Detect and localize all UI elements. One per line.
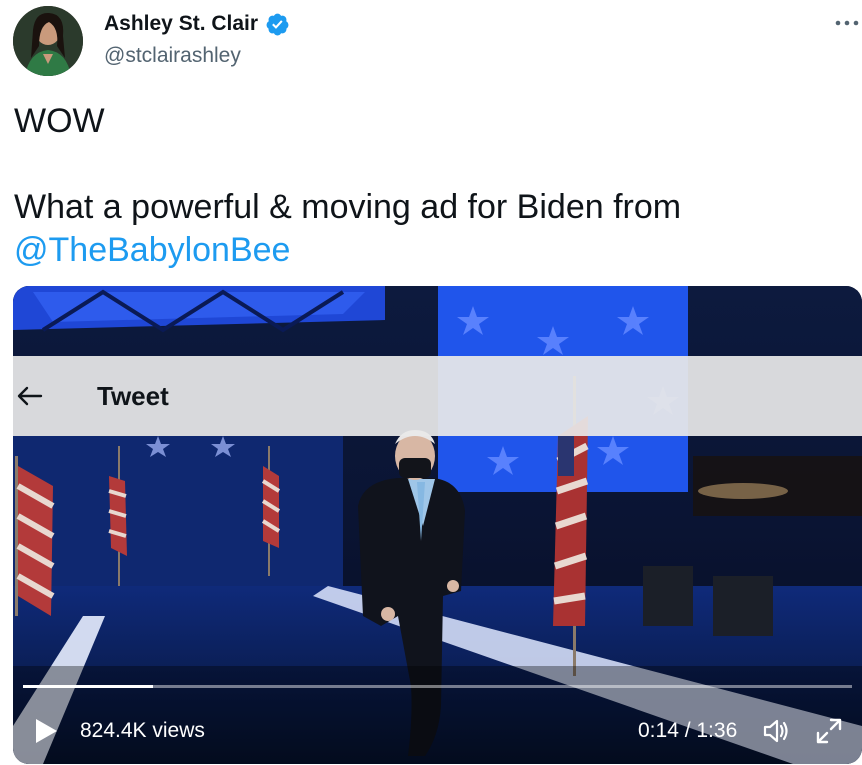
avatar[interactable] [13, 6, 83, 76]
volume-icon[interactable] [761, 716, 791, 746]
video-progress-fill [23, 685, 154, 688]
tweet: Ashley St. Clair @stclairashley WOW What… [0, 0, 862, 765]
video-player[interactable]: Tweet 824.4K views 0:14 / 1:36 [13, 286, 862, 764]
tweet-text-line: WOW [14, 102, 105, 140]
tweet-text-spacer [14, 143, 844, 186]
more-options-icon[interactable] [832, 8, 862, 38]
verified-badge-icon [266, 13, 289, 36]
arrow-left-icon[interactable] [15, 381, 45, 411]
avatar-image [13, 6, 83, 76]
media-overlay-header: Tweet [13, 356, 862, 436]
mention-link[interactable]: @TheBabylonBee [14, 229, 844, 272]
video-timestamp: 0:14 / 1:36 [638, 719, 738, 742]
play-icon[interactable] [33, 717, 59, 745]
view-count: 824.4K views [80, 719, 205, 742]
display-name[interactable]: Ashley St. Clair [104, 10, 258, 38]
media-overlay-title: Tweet [97, 381, 169, 411]
video-progress-bar[interactable] [23, 685, 852, 688]
tweet-text-line: What a powerful & moving ad for Biden fr… [14, 188, 682, 226]
user-handle[interactable]: @stclairashley [104, 42, 241, 70]
fullscreen-icon[interactable] [814, 716, 844, 746]
tweet-text: WOW What a powerful & moving ad for Bide… [14, 100, 844, 272]
